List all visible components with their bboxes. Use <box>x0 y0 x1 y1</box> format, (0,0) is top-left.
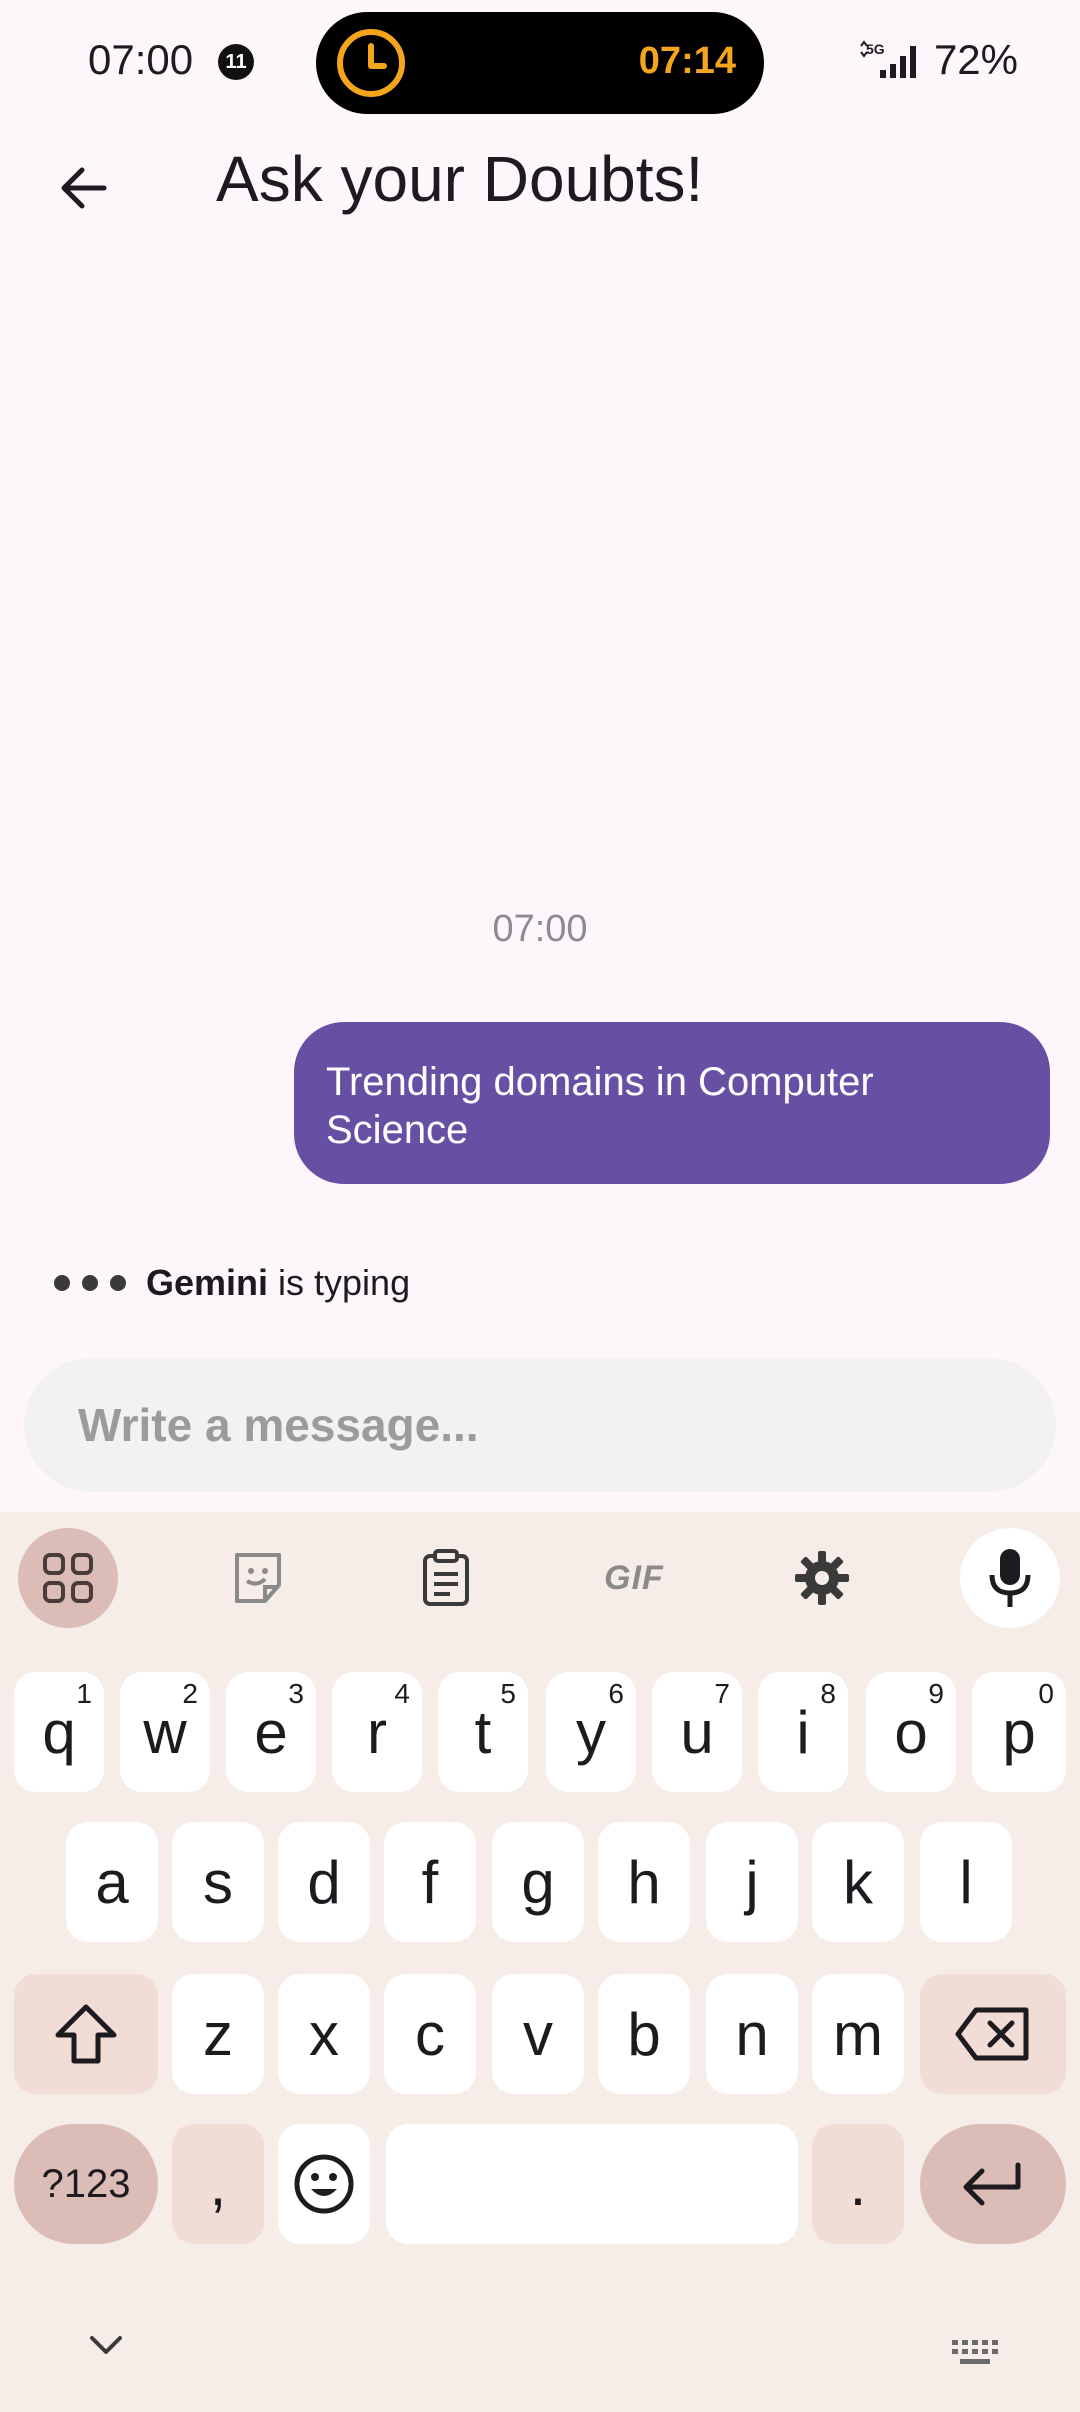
shift-key[interactable] <box>14 1974 158 2094</box>
space-key[interactable] <box>386 2124 798 2244</box>
key-r[interactable]: r4 <box>332 1672 422 1792</box>
enter-key[interactable] <box>920 2124 1066 2244</box>
key-e[interactable]: e3 <box>226 1672 316 1792</box>
backspace-icon <box>955 2007 1029 2061</box>
apps-icon <box>43 1553 93 1603</box>
symbols-key[interactable]: ?123 <box>14 2124 158 2244</box>
key-u[interactable]: u7 <box>652 1672 742 1792</box>
timer-value: 07:14 <box>638 40 736 82</box>
key-f[interactable]: f <box>384 1822 476 1942</box>
mic-icon <box>989 1549 1031 1607</box>
chevron-down-icon <box>90 2336 122 2354</box>
keyboard-settings-button[interactable] <box>772 1528 872 1628</box>
key-i[interactable]: i8 <box>758 1672 848 1792</box>
key-h[interactable]: h <box>598 1822 690 1942</box>
hide-keyboard-button[interactable] <box>86 2332 126 2363</box>
emoji-icon <box>294 2154 354 2214</box>
key-m[interactable]: m <box>812 1974 904 2094</box>
shift-icon <box>55 2004 117 2064</box>
key-n[interactable]: n <box>706 1974 798 2094</box>
key-d[interactable]: d <box>278 1822 370 1942</box>
gear-icon <box>795 1551 849 1605</box>
key-b[interactable]: b <box>598 1974 690 2094</box>
key-v[interactable]: v <box>492 1974 584 2094</box>
message-input[interactable]: Write a message... <box>24 1358 1056 1492</box>
key-g[interactable]: g <box>492 1822 584 1942</box>
key-x[interactable]: x <box>278 1974 370 2094</box>
key-c[interactable]: c <box>384 1974 476 2094</box>
status-right: 5G 72% <box>860 36 1018 84</box>
notification-badge: 11 <box>218 44 254 80</box>
page-title: Ask your Doubts! <box>216 143 704 215</box>
key-s[interactable]: s <box>172 1822 264 1942</box>
key-j[interactable]: j <box>706 1822 798 1942</box>
keyboard: GIF q1 w2 e3 r4 t5 y6 u7 i 8 o 9 p 0 a s… <box>0 1512 1080 2412</box>
back-button[interactable] <box>44 148 124 228</box>
key-w[interactable]: w2 <box>120 1672 210 1792</box>
comma-key[interactable]: , <box>172 2124 264 2244</box>
clipboard-icon <box>423 1549 469 1606</box>
message-timestamp: 07:00 <box>492 908 588 950</box>
key-z[interactable]: z <box>172 1974 264 2094</box>
key-p[interactable]: p0 <box>972 1672 1066 1792</box>
status-time: 07:00 <box>88 36 194 83</box>
backspace-key[interactable] <box>920 1974 1066 2094</box>
gif-label: GIF <box>604 1558 664 1597</box>
typing-name: Gemini <box>146 1262 269 1303</box>
sticker-button[interactable] <box>208 1528 308 1628</box>
signal-icon: 5G <box>860 40 916 78</box>
key-a[interactable]: a <box>66 1822 158 1942</box>
user-message-bubble[interactable]: Trending domains in Computer Science <box>294 1022 1050 1184</box>
typing-dots-icon <box>54 1275 126 1291</box>
apps-button[interactable] <box>18 1528 118 1628</box>
arrow-back-icon <box>61 167 107 209</box>
key-l[interactable]: l <box>920 1822 1012 1942</box>
app-bar: Ask your Doubts! <box>0 124 1080 236</box>
switch-keyboard-button[interactable] <box>950 2338 1000 2373</box>
typing-text: is typing <box>278 1262 411 1303</box>
voice-input-button[interactable] <box>960 1528 1060 1628</box>
enter-icon <box>963 2162 1021 2206</box>
battery-level: 72% <box>933 36 1018 83</box>
key-k[interactable]: k <box>812 1822 904 1942</box>
key-t[interactable]: t5 <box>438 1672 528 1792</box>
clipboard-button[interactable] <box>396 1528 496 1628</box>
typing-indicator: Gemini is typing <box>54 1262 410 1304</box>
status-bar: 07:00 11 07:14 5G 72% <box>0 0 1080 124</box>
key-y[interactable]: y6 <box>546 1672 636 1792</box>
key-o[interactable]: o9 <box>866 1672 956 1792</box>
timer-pill[interactable]: 07:14 <box>316 12 764 114</box>
clock-icon <box>337 29 405 97</box>
network-type: 5G <box>866 41 885 57</box>
sticker-icon <box>235 1553 281 1603</box>
gif-button[interactable]: GIF <box>584 1528 684 1628</box>
keyboard-icon <box>952 2340 998 2364</box>
key-q[interactable]: q1 <box>14 1672 104 1792</box>
emoji-key[interactable] <box>278 2124 370 2244</box>
period-key[interactable]: . <box>812 2124 904 2244</box>
